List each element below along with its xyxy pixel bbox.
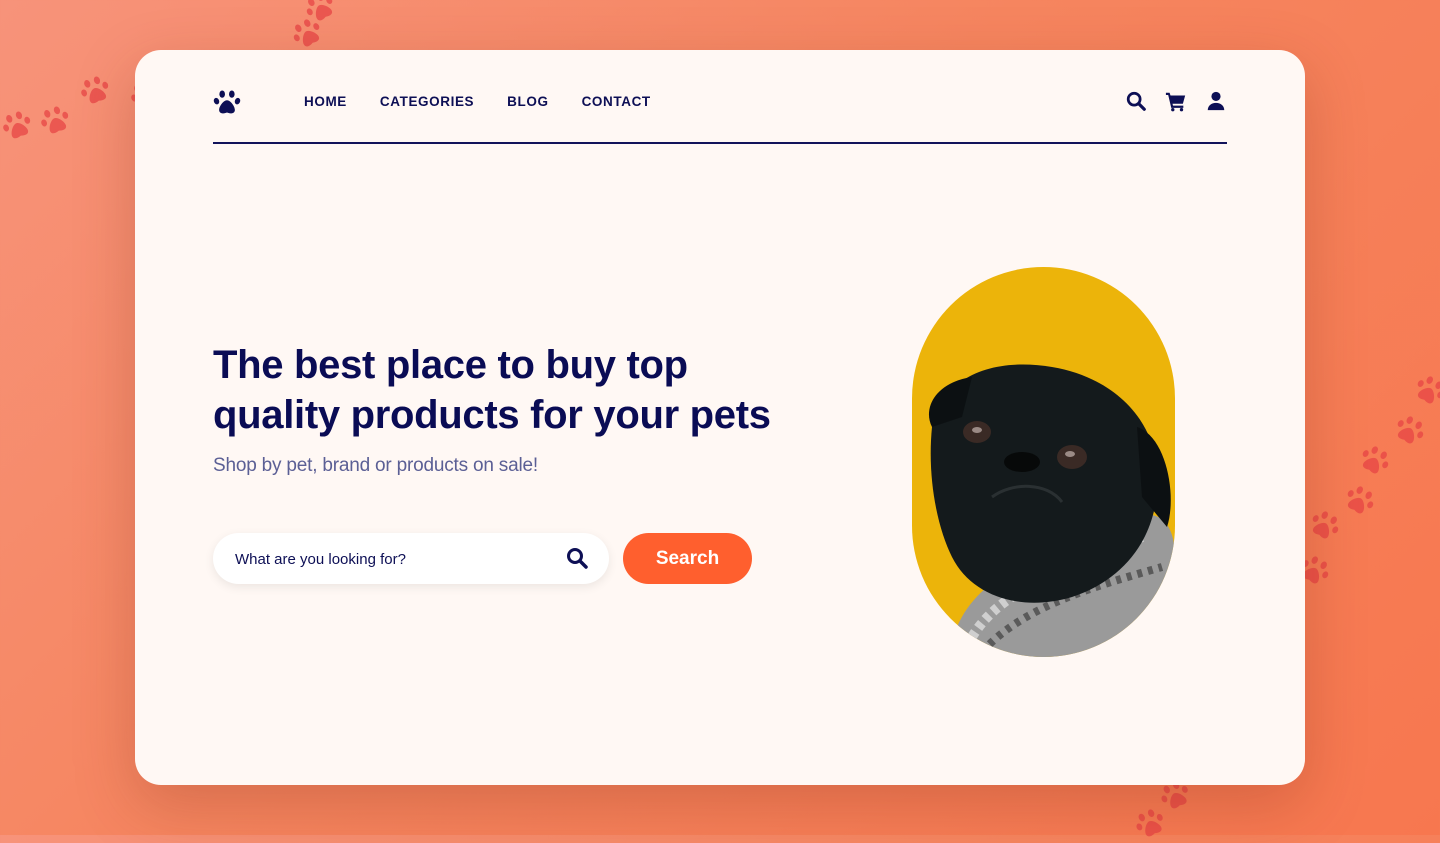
nav-blog[interactable]: BLOG (507, 94, 548, 109)
landing-card: HOME CATEGORIES BLOG CONTACT The best pl… (135, 50, 1305, 785)
nav-links: HOME CATEGORIES BLOG CONTACT (304, 94, 651, 109)
paw-print-icon (1390, 410, 1431, 451)
nav-contact[interactable]: CONTACT (582, 94, 651, 109)
nav-categories[interactable]: CATEGORIES (380, 94, 474, 109)
search-field (213, 533, 609, 586)
paw-print-icon (1340, 480, 1381, 521)
paw-print-icon (1305, 505, 1346, 546)
paw-print-icon (76, 71, 114, 109)
paw-print-icon (1410, 370, 1440, 411)
paw-print-icon (0, 106, 36, 144)
cart-icon[interactable] (1165, 90, 1187, 112)
user-icon[interactable] (1205, 90, 1227, 112)
hero-subtitle: Shop by pet, brand or products on sale! (213, 455, 538, 476)
search-icon[interactable] (1125, 90, 1147, 112)
paw-logo-icon[interactable] (213, 88, 241, 116)
paw-print-icon (1130, 803, 1170, 843)
paw-print-icon (36, 101, 74, 139)
nav-home[interactable]: HOME (304, 94, 347, 109)
hero-title: The best place to buy top quality produc… (213, 343, 771, 437)
search-button[interactable]: Search (623, 533, 752, 584)
nav-icons (1125, 90, 1227, 112)
paw-print-icon (1355, 440, 1396, 481)
pug-illustration (928, 364, 1175, 657)
search-input[interactable] (233, 533, 557, 586)
top-navigation: HOME CATEGORIES BLOG CONTACT (213, 86, 1227, 144)
pug-hero-image (912, 267, 1175, 657)
search-icon[interactable] (565, 546, 589, 570)
